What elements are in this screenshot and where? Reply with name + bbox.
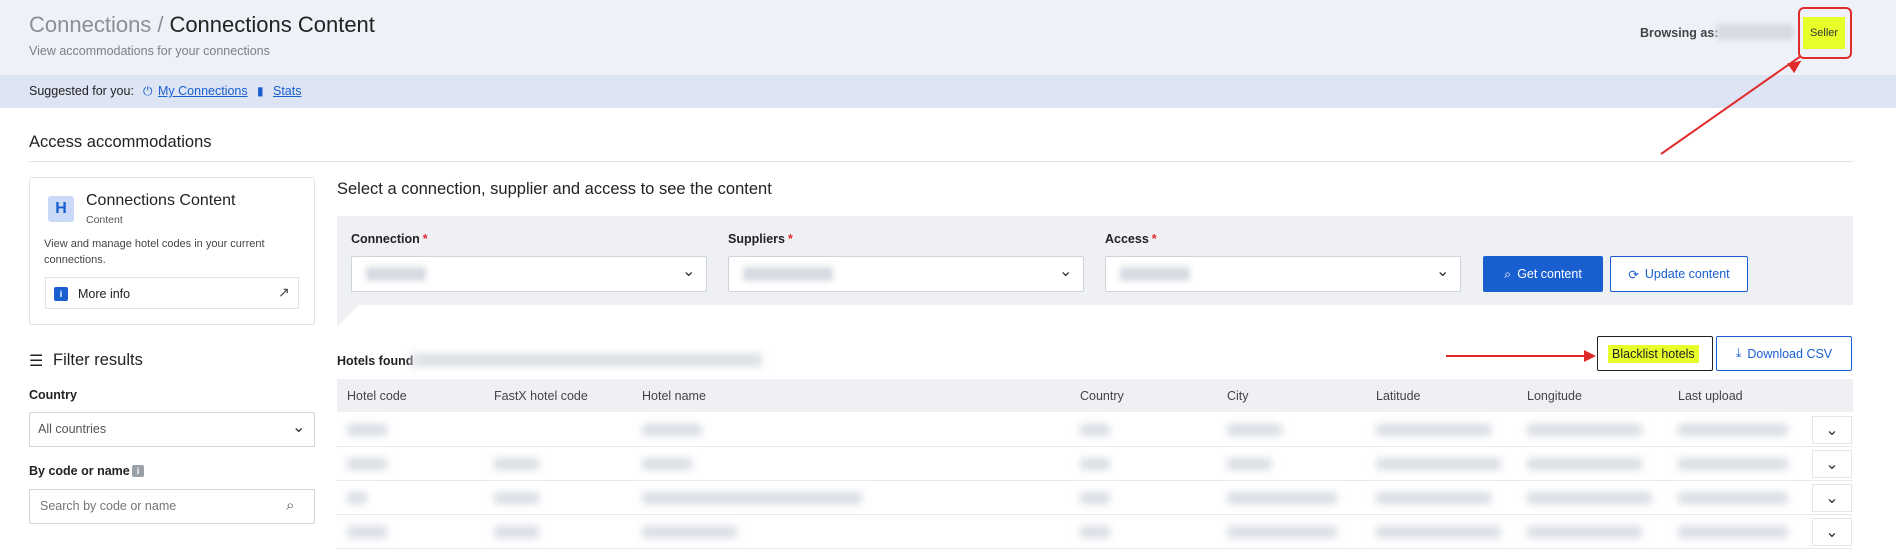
chevron-down-icon: ⌄: [1436, 263, 1450, 280]
chevron-down-icon: ⌄: [682, 263, 696, 280]
country-label: Country: [29, 388, 77, 402]
panel-notch: [337, 305, 359, 327]
my-connections-link[interactable]: My Connections: [158, 84, 248, 98]
update-content-button[interactable]: ⟳ Update content: [1610, 256, 1748, 292]
card-description: View and manage hotel codes in your curr…: [44, 238, 265, 266]
annotation-arrow-line: [1446, 355, 1586, 357]
suppliers-select[interactable]: ⌄: [728, 256, 1084, 292]
search-field[interactable]: ⌕: [29, 489, 315, 524]
external-link-icon: ↗: [278, 284, 290, 300]
table-row[interactable]: ⌄: [337, 446, 1853, 480]
row-divider: [337, 548, 1853, 549]
hotel-logo-icon: H: [48, 196, 74, 222]
breadcrumb: Connections / Connections Content: [29, 12, 375, 38]
access-select[interactable]: ⌄: [1105, 256, 1461, 292]
chevron-down-icon[interactable]: ⌄: [1812, 518, 1852, 546]
column-last-upload[interactable]: Last upload: [1678, 389, 1743, 403]
card-title: Connections Content: [86, 192, 236, 209]
breadcrumb-separator: /: [157, 12, 164, 37]
suggested-label: Suggested for you:: [29, 84, 134, 98]
annotation-arrow-head: [1584, 350, 1596, 362]
more-info-button[interactable]: i More info ↗: [45, 277, 299, 309]
blurred-user-name: [1716, 24, 1794, 40]
chevron-down-icon[interactable]: ⌄: [1812, 450, 1852, 478]
bar-chart-icon: ▮: [257, 84, 264, 98]
column-city[interactable]: City: [1227, 389, 1249, 403]
page-title: Connections Content: [169, 12, 375, 37]
search-icon[interactable]: ⌕: [286, 497, 294, 514]
info-icon: i: [54, 287, 68, 301]
code-name-label: By code or name: [29, 464, 130, 478]
info-tooltip-icon[interactable]: i: [132, 465, 144, 477]
country-select[interactable]: All countries ⌄: [29, 412, 315, 447]
connection-label: Connection *: [351, 232, 428, 246]
blurred-value: [743, 267, 833, 281]
download-csv-button[interactable]: ⤓ Download CSV: [1716, 336, 1852, 371]
page-header: Connections / Connections Content View acc…: [0, 0, 1896, 75]
blacklist-hotels-button[interactable]: Blacklist hotels: [1597, 336, 1713, 371]
breadcrumb-parent[interactable]: Connections: [29, 12, 151, 37]
column-longitude[interactable]: Longitude: [1527, 389, 1582, 403]
role-badge[interactable]: Seller: [1803, 17, 1845, 49]
page-subtitle: View accommodations for your connections: [29, 44, 270, 58]
suppliers-label: Suppliers *: [728, 232, 793, 246]
stats-link[interactable]: Stats: [273, 84, 302, 98]
search-icon: ⌕: [1504, 266, 1512, 281]
download-icon: ⤓: [1735, 346, 1742, 360]
chevron-down-icon[interactable]: ⌄: [1812, 484, 1852, 512]
info-card: H Connections Content Content View and m…: [29, 177, 315, 325]
plug-icon: ⏻: [143, 84, 153, 98]
more-info-label: More info: [78, 287, 131, 301]
filter-icon: ☰: [29, 353, 44, 370]
blurred-hotels-summary: [412, 353, 762, 367]
main-title: Select a connection, supplier and access…: [337, 180, 772, 198]
blurred-value: [1120, 267, 1190, 281]
chevron-down-icon: ⌄: [1059, 263, 1073, 280]
column-country[interactable]: Country: [1080, 389, 1124, 403]
column-fastx-code[interactable]: FastX hotel code: [494, 389, 588, 403]
country-value: All countries: [38, 422, 107, 436]
column-hotel-code[interactable]: Hotel code: [347, 389, 407, 403]
table-header: Hotel code FastX hotel code Hotel name C…: [337, 379, 1853, 412]
table-row[interactable]: ⌄: [337, 480, 1853, 514]
card-subtitle: Content: [86, 214, 123, 226]
suggested-bar: Suggested for you: ⏻ My Connections ▮ St…: [0, 75, 1896, 108]
table-row[interactable]: ⌄: [337, 412, 1853, 446]
filter-title: Filter results: [53, 351, 143, 369]
hotels-found-label: Hotels found: [337, 354, 414, 368]
column-latitude[interactable]: Latitude: [1376, 389, 1420, 403]
section-title: Access accommodations: [29, 133, 212, 151]
chevron-down-icon: ⌄: [292, 419, 306, 436]
blurred-value: [366, 267, 426, 281]
access-label: Access *: [1105, 232, 1157, 246]
section-divider: [29, 161, 1853, 162]
connection-select[interactable]: ⌄: [351, 256, 707, 292]
refresh-icon: ⟳: [1628, 267, 1639, 282]
browsing-as-label: Browsing as:: [1640, 26, 1719, 40]
search-input[interactable]: [40, 499, 280, 513]
table-row[interactable]: ⌄: [337, 514, 1853, 548]
get-content-button[interactable]: ⌕ Get content: [1483, 256, 1603, 292]
column-hotel-name[interactable]: Hotel name: [642, 389, 706, 403]
chevron-down-icon[interactable]: ⌄: [1812, 416, 1852, 444]
